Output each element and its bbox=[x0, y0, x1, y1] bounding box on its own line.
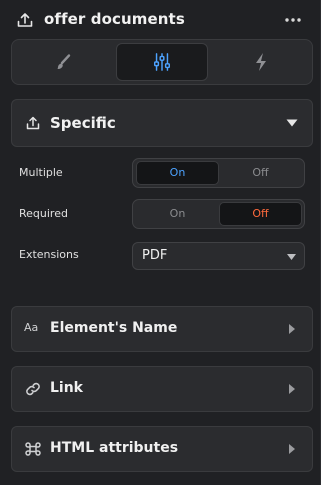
chevron-right-icon bbox=[289, 444, 295, 454]
chevron-down-icon bbox=[286, 119, 298, 127]
html-attributes-section[interactable]: HTML attributes bbox=[11, 426, 313, 472]
element-name-label: Element's Name bbox=[50, 320, 178, 336]
brush-icon bbox=[57, 54, 71, 69]
html-attributes-label: HTML attributes bbox=[50, 440, 179, 456]
link-icon bbox=[26, 382, 40, 396]
required-off-option[interactable]: Off bbox=[219, 202, 302, 226]
text-aa-icon: Aa bbox=[24, 321, 39, 334]
lightning-icon bbox=[256, 53, 266, 71]
tab-settings[interactable] bbox=[116, 43, 208, 81]
element-name-section[interactable]: Aa Element's Name bbox=[11, 306, 313, 352]
upload-icon bbox=[17, 13, 33, 27]
panel-header: offer documents bbox=[0, 0, 321, 40]
required-toggle: On Off bbox=[132, 199, 305, 229]
command-icon bbox=[25, 442, 41, 456]
chevron-right-icon bbox=[289, 324, 295, 334]
link-label: Link bbox=[50, 380, 83, 396]
multiple-off-option[interactable]: Off bbox=[219, 161, 302, 185]
link-section[interactable]: Link bbox=[11, 366, 313, 412]
required-on-option[interactable]: On bbox=[136, 202, 219, 226]
sliders-icon bbox=[154, 53, 170, 71]
extensions-value: PDF bbox=[142, 248, 168, 263]
extensions-label: Extensions bbox=[19, 248, 79, 261]
upload-icon bbox=[26, 116, 40, 130]
more-dots-icon[interactable] bbox=[283, 11, 303, 29]
settings-panel: offer documents Specific Multiple On Off… bbox=[0, 0, 321, 485]
tab-bar bbox=[11, 39, 313, 85]
section-specific-header[interactable]: Specific bbox=[11, 99, 313, 147]
tab-style[interactable] bbox=[17, 43, 109, 81]
multiple-label: Multiple bbox=[19, 166, 63, 179]
extensions-select[interactable]: PDF bbox=[132, 242, 305, 270]
multiple-toggle: On Off bbox=[132, 158, 305, 188]
panel-title: offer documents bbox=[44, 10, 185, 28]
tab-interactions[interactable] bbox=[215, 43, 307, 81]
chevron-right-icon bbox=[289, 384, 295, 394]
section-title: Specific bbox=[50, 114, 116, 132]
required-label: Required bbox=[19, 207, 68, 220]
multiple-on-option[interactable]: On bbox=[136, 161, 219, 185]
chevron-down-icon bbox=[287, 254, 296, 260]
